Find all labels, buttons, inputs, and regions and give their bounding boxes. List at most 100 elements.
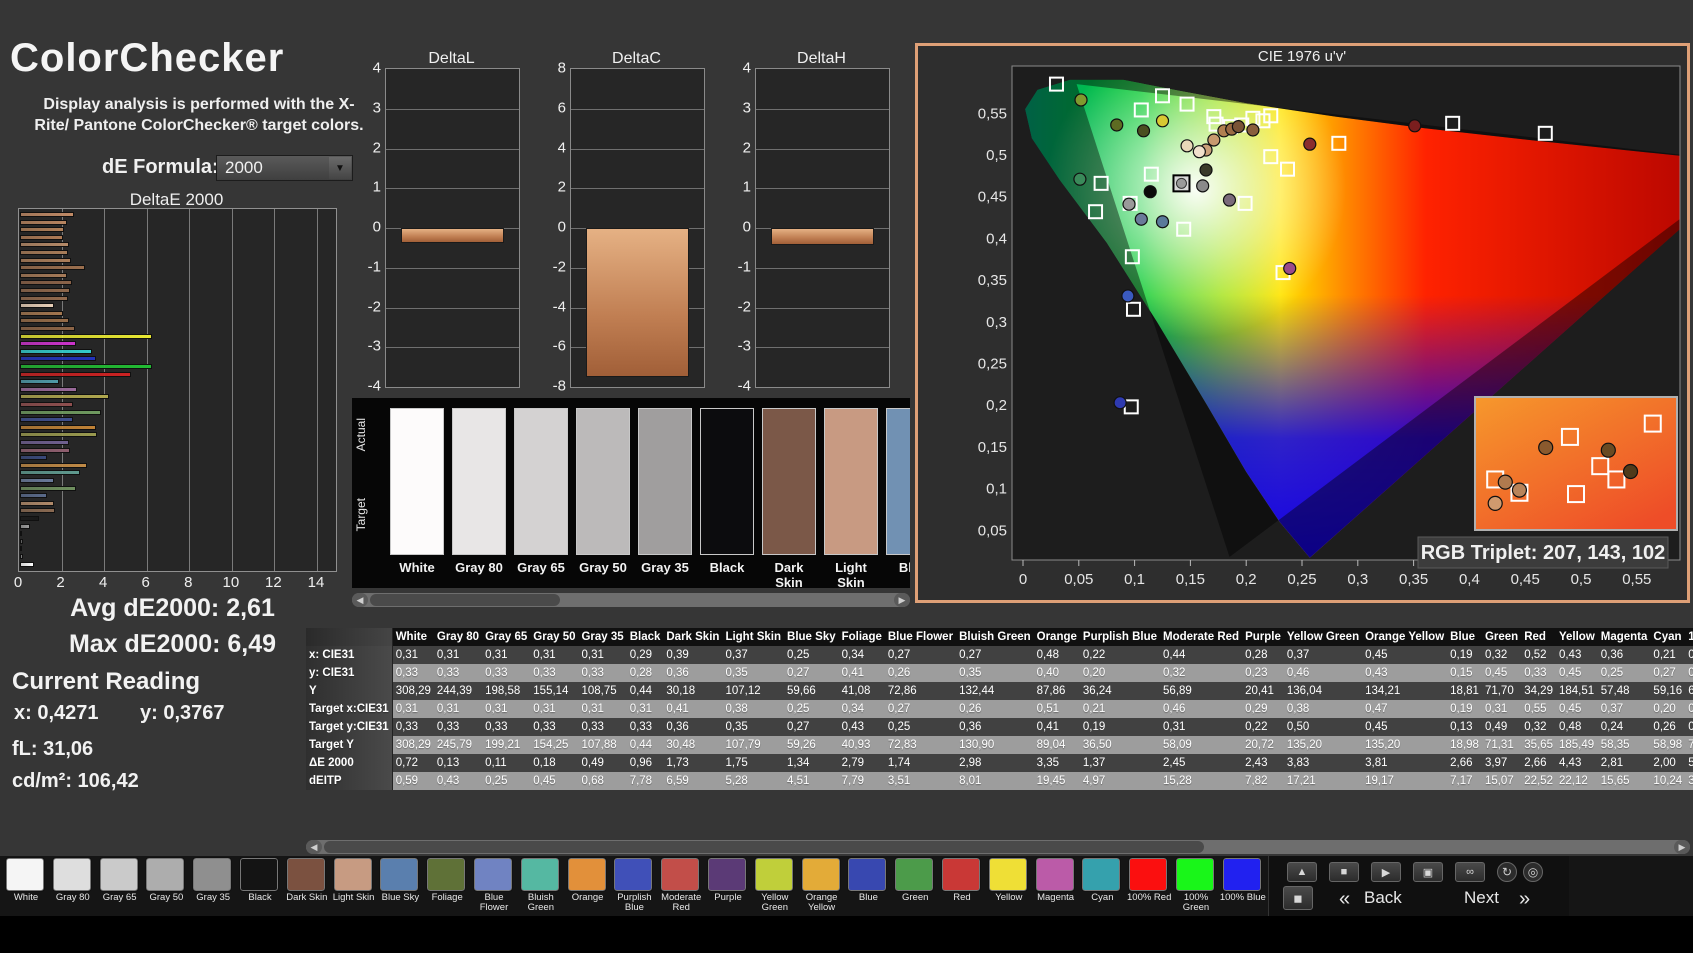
patch-button-label: Bluish Green (518, 893, 564, 913)
swatch-strip-scrollbar[interactable]: ◀ ▶ (352, 593, 910, 607)
table-cell: 0,43 (1362, 664, 1447, 682)
delta-bar (771, 228, 875, 245)
measured-point-marker (1111, 119, 1123, 131)
table-cell: 2,98 (956, 754, 1034, 772)
deltae-bar (20, 493, 47, 498)
measured-point-marker (1284, 262, 1296, 274)
patch-button-blue-sky[interactable] (380, 858, 418, 891)
de-formula-label: dE Formula: (102, 156, 219, 179)
table-scrollbar-thumb[interactable] (324, 841, 1204, 853)
table-cell: 135,20 (1284, 736, 1362, 754)
collapse-icon[interactable]: ▲ (1287, 862, 1317, 882)
target-icon[interactable]: ▣ (1413, 862, 1443, 882)
table-cell: 30,48 (663, 736, 722, 754)
deltae-bar (20, 258, 71, 263)
nav-next-icon[interactable]: » (1519, 888, 1530, 911)
patch-button-moderate-red[interactable] (661, 858, 699, 891)
patch-button-label: Light Skin (331, 893, 377, 903)
patch-button-dark-skin[interactable] (287, 858, 325, 891)
patch-button-red[interactable] (942, 858, 980, 891)
table-cell: 58,09 (1160, 736, 1242, 754)
display-mode-icon[interactable]: ◼ (1283, 886, 1313, 910)
patch-button-blue-flower[interactable] (474, 858, 512, 891)
patch-button-light-skin[interactable] (334, 858, 372, 891)
patch-button-gray-50[interactable] (146, 858, 184, 891)
table-cell: 0,55 (1521, 700, 1556, 718)
table-cell: 0,35 (722, 718, 784, 736)
swatch-strip-scrollbar-thumb[interactable] (370, 594, 560, 606)
stop-icon[interactable]: ■ (1329, 862, 1359, 882)
patch-button-purple[interactable] (708, 858, 746, 891)
table-cell: 0,37 (722, 646, 784, 664)
measured-point-marker (1074, 173, 1086, 185)
loop-icon[interactable]: ∞ (1455, 862, 1485, 882)
table-cell: 20,41 (1242, 682, 1284, 700)
scroll-right-icon[interactable]: ▶ (1674, 840, 1690, 854)
rgb-triplet-readout: RGB Triplet: 207, 143, 102 (1421, 542, 1666, 564)
table-cell: 7,78 (627, 772, 664, 790)
patch-button-purplish-blue[interactable] (614, 858, 652, 891)
table-cell: 135,20 (1362, 736, 1447, 754)
patch-button-yellow[interactable] (989, 858, 1027, 891)
patch-button-cyan[interactable] (1082, 858, 1120, 891)
play-icon[interactable]: ▶ (1371, 862, 1401, 882)
patch-button-gray-35[interactable] (193, 858, 231, 891)
patch-button-100-blue[interactable] (1223, 858, 1261, 891)
scroll-right-icon[interactable]: ▶ (894, 593, 910, 607)
patch-button-orange[interactable] (568, 858, 606, 891)
table-cell: 2,79 (839, 754, 885, 772)
deltae-bar (20, 372, 131, 377)
gridline (274, 209, 275, 571)
power-icon[interactable]: ◎ (1523, 862, 1543, 882)
patch-button-white[interactable] (6, 858, 44, 891)
table-cell: 72,83 (885, 736, 956, 754)
table-cell: 0,44 (627, 682, 664, 700)
patch-button-magenta[interactable] (1036, 858, 1074, 891)
table-cell: 0,36 (663, 718, 722, 736)
patch-button-gray-65[interactable] (100, 858, 138, 891)
patch-button-label: Blue (845, 893, 891, 903)
table-cell: 0,33 (482, 718, 530, 736)
patch-button-orange-yellow[interactable] (802, 858, 840, 891)
refresh-icon[interactable]: ↻ (1497, 862, 1517, 882)
scroll-left-icon[interactable]: ◀ (352, 593, 368, 607)
table-scrollbar[interactable]: ◀ ▶ (306, 840, 1690, 854)
patch-button-gray-80[interactable] (53, 858, 91, 891)
patch-button-yellow-green[interactable] (755, 858, 793, 891)
deltae-bar (20, 379, 59, 384)
next-button[interactable]: Next (1464, 888, 1499, 908)
table-cell: 0,45 (1362, 646, 1447, 664)
y-tick-label: -3 (729, 338, 751, 355)
nav-previous-icon[interactable]: « (1339, 888, 1350, 911)
scroll-left-icon[interactable]: ◀ (306, 840, 322, 854)
table-cell: 3,81 (1362, 754, 1447, 772)
column-header: Moderate Red (1160, 628, 1242, 646)
patch-button-bluish-green[interactable] (521, 858, 559, 891)
patch-button-100-red[interactable] (1129, 858, 1167, 891)
deltae-bar (20, 440, 69, 445)
table-cell: 155,14 (530, 682, 578, 700)
patch-label: Gray 80 (452, 560, 506, 575)
patch-button-label: Blue Flower (471, 893, 517, 913)
table-cell: 20,72 (1242, 736, 1284, 754)
back-button[interactable]: Back (1364, 888, 1402, 908)
table-cell: 2,81 (1598, 754, 1651, 772)
small-chart-title: DeltaL (385, 50, 518, 68)
table-cell: 0,25 (482, 772, 530, 790)
patch-button-green[interactable] (895, 858, 933, 891)
patch-button-black[interactable] (240, 858, 278, 891)
deltae-bar (20, 410, 101, 415)
table-cell: 71,70 (1482, 682, 1521, 700)
gridline (756, 188, 889, 189)
small-chart-title: DeltaC (570, 50, 703, 68)
table-cell: 8,01 (956, 772, 1034, 790)
gridline (571, 109, 704, 110)
patch-button-blue[interactable] (848, 858, 886, 891)
table-cell: 0,29 (627, 646, 664, 664)
patch-button-100-green[interactable] (1176, 858, 1214, 891)
de-formula-dropdown[interactable]: 2000 ▼ (216, 155, 353, 181)
patch-label: Black (700, 560, 754, 575)
patch-button-foliage[interactable] (427, 858, 465, 891)
gridline (386, 268, 519, 269)
chevron-down-icon[interactable]: ▼ (329, 157, 351, 179)
